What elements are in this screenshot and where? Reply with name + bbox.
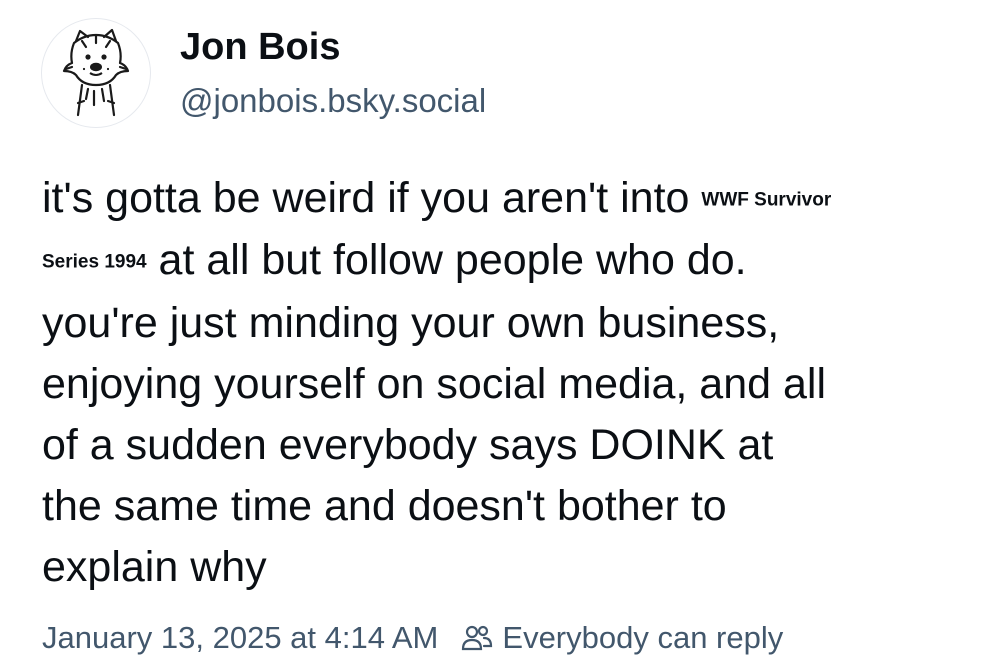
muted-word: Series 1994 xyxy=(42,251,147,273)
post-line-1: it's gotta be weird if you aren't into W… xyxy=(42,168,982,230)
post-line-2: Series 1994 at all but follow people who… xyxy=(42,230,982,292)
post-text-segment: it's gotta be weird if you aren't into xyxy=(42,174,702,222)
reply-setting-label: Everybody can reply xyxy=(502,620,784,655)
reply-setting: Everybody can reply xyxy=(460,620,783,656)
post-line-3: you're just minding your own business, xyxy=(42,298,780,347)
author-handle[interactable]: @jonbois.bsky.social xyxy=(180,82,486,120)
people-icon xyxy=(462,625,493,651)
post-timestamp[interactable]: January 13, 2025 at 4:14 AM xyxy=(42,620,438,656)
post-line-7: explain why xyxy=(42,542,267,591)
post-text: it's gotta be weird if you aren't into W… xyxy=(42,168,982,598)
author-display-name[interactable]: Jon Bois xyxy=(180,26,340,69)
hobbes-tiger-avatar-icon xyxy=(62,28,130,117)
muted-word: WWF Survivor xyxy=(701,189,832,211)
post-text-segment: at all but follow people who do. xyxy=(146,236,747,285)
post-card: Jon Bois @jonbois.bsky.social it's gotta… xyxy=(0,0,1000,672)
post-meta: January 13, 2025 at 4:14 AM Everybody ca… xyxy=(42,620,783,656)
post-line-4: enjoying yourself on social media, and a… xyxy=(42,359,827,408)
post-line-6: the same time and doesn't bother to xyxy=(42,481,727,530)
post-line-5: of a sudden everybody says DOINK at xyxy=(42,420,774,469)
avatar[interactable] xyxy=(41,18,151,128)
